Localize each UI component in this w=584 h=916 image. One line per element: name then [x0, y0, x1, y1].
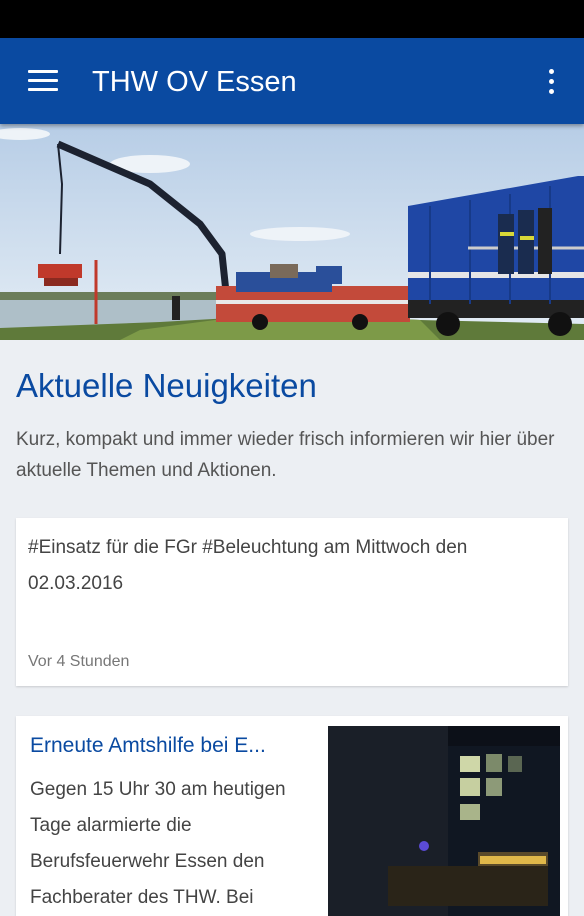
app-title: THW OV Essen: [92, 66, 297, 98]
post-text: #Einsatz für die FGr #Beleuchtung am Mit…: [28, 537, 468, 594]
hero-image: [0, 124, 584, 340]
news-content: Aktuelle Neuigkeiten Kurz, kompakt und i…: [0, 340, 584, 916]
article-card[interactable]: Erneute Amtshilfe bei E... Gegen 15 Uhr …: [16, 716, 568, 916]
section-description: Kurz, kompakt und immer wieder frisch in…: [16, 429, 555, 481]
social-post-card[interactable]: #Einsatz für die FGr #Beleuchtung am Mit…: [16, 518, 568, 686]
status-bar: [0, 0, 584, 38]
app-bar: THW OV Essen: [0, 38, 584, 124]
section-title: Aktuelle Neuigkeiten: [16, 367, 317, 404]
more-vertical-icon[interactable]: [536, 62, 566, 102]
article-thumbnail: [328, 726, 560, 916]
hamburger-menu-icon[interactable]: [18, 60, 68, 102]
post-timestamp: Vor 4 Stunden: [28, 653, 130, 670]
article-excerpt: Gegen 15 Uhr 30 am heutigen Tage alarmie…: [30, 779, 286, 908]
article-title[interactable]: Erneute Amtshilfe bei E...: [30, 730, 320, 762]
